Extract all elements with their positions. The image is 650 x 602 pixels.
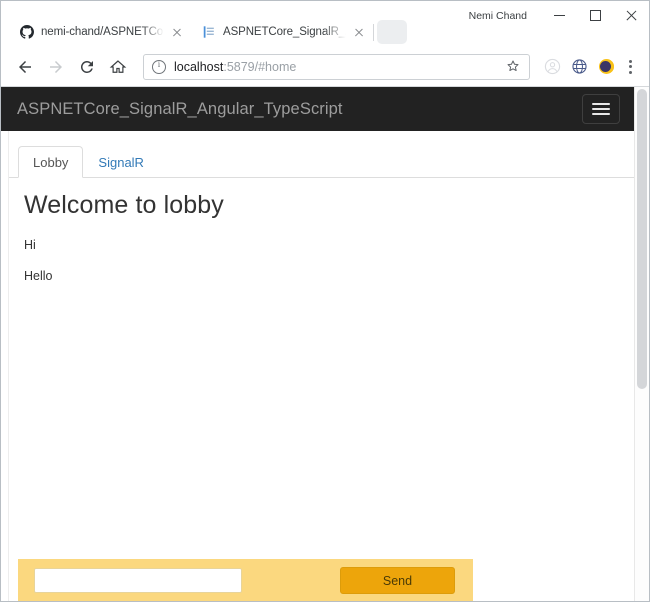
app-navbar: ASPNETCore_SignalR_Angular_TypeScript — [1, 87, 634, 131]
address-bar-path: :5879/#home — [223, 59, 297, 74]
app-tab-bar: Lobby SignalR — [9, 140, 634, 178]
github-icon — [19, 25, 34, 40]
maximize-icon — [589, 10, 601, 21]
minimize-icon — [553, 15, 565, 16]
tab-lobby[interactable]: Lobby — [18, 146, 84, 178]
reload-icon — [80, 60, 93, 73]
window-controls-cluster: Nemi Chand — [461, 1, 649, 31]
browser-window: nemi-chand/ASPNETCore ASPNETCore_SignalR… — [0, 0, 650, 602]
back-button[interactable] — [11, 53, 39, 81]
arrow-left-icon — [19, 60, 31, 73]
lobby-content: Welcome to lobby Hi Hello — [9, 178, 634, 601]
page-scrollbar[interactable] — [634, 87, 649, 601]
home-button[interactable] — [104, 53, 132, 81]
send-button[interactable]: Send — [340, 567, 455, 594]
profile-name[interactable]: Nemi Chand — [461, 1, 535, 31]
close-button[interactable] — [613, 1, 649, 30]
maximize-button[interactable] — [577, 1, 613, 30]
scrollbar-thumb[interactable] — [637, 89, 647, 389]
tab-signalr[interactable]: SignalR — [83, 146, 159, 178]
app-brand-title[interactable]: ASPNETCore_SignalR_Angular_TypeScript — [17, 100, 343, 119]
menu-dot — [628, 65, 632, 68]
hamburger-bar — [592, 113, 610, 115]
profile-avatar-icon[interactable] — [540, 55, 564, 79]
address-bar[interactable]: localhost:5879/#home — [143, 53, 530, 80]
browser-tab-1[interactable]: nemi-chand/ASPNETCore — [9, 17, 192, 47]
hamburger-bar — [592, 103, 610, 105]
site-info-icon[interactable] — [152, 59, 166, 74]
reload-button[interactable] — [73, 53, 101, 81]
chat-input-bar: Send — [18, 559, 473, 601]
chat-message-input[interactable] — [34, 568, 242, 593]
web-page: ASPNETCore_SignalR_Angular_TypeScript Lo… — [1, 87, 634, 601]
browser-tab-2[interactable]: ASPNETCore_SignalR_An — [191, 17, 374, 47]
page-container: Lobby SignalR Welcome to lobby Hi Hello … — [8, 131, 634, 601]
dark-mode-moon-icon[interactable] — [594, 55, 618, 79]
new-tab-button[interactable] — [377, 20, 407, 44]
browser-menu-button[interactable] — [620, 55, 640, 79]
browser-tab-2-title: ASPNETCore_SignalR_An — [223, 26, 346, 38]
bookmark-star-icon[interactable] — [505, 58, 523, 76]
hamburger-menu-button[interactable] — [582, 94, 620, 124]
browser-tab-1-close-icon[interactable] — [169, 24, 185, 40]
address-bar-host: localhost — [174, 59, 224, 74]
page-viewport: ASPNETCore_SignalR_Angular_TypeScript Lo… — [1, 87, 649, 601]
minimize-button[interactable] — [541, 1, 577, 30]
hamburger-bar — [592, 108, 610, 110]
browser-titlebar: nemi-chand/ASPNETCore ASPNETCore_SignalR… — [1, 1, 649, 47]
forward-button[interactable] — [42, 53, 70, 81]
chat-message: Hello — [24, 268, 53, 283]
moon-glyph — [598, 59, 614, 74]
browser-tab-1-title: nemi-chand/ASPNETCore — [41, 26, 164, 38]
browser-toolbar: localhost:5879/#home — [1, 47, 649, 87]
address-bar-url: localhost:5879/#home — [174, 60, 499, 74]
browser-tab-2-close-icon[interactable] — [351, 24, 367, 40]
home-icon — [109, 59, 127, 73]
close-icon — [625, 9, 638, 22]
chat-message: Hi — [24, 237, 36, 252]
document-icon — [201, 25, 216, 40]
page-title: Welcome to lobby — [24, 191, 224, 219]
globe-extension-icon[interactable] — [567, 55, 591, 79]
menu-dot — [628, 70, 632, 74]
menu-dot — [628, 59, 632, 63]
arrow-right-icon — [50, 60, 62, 73]
